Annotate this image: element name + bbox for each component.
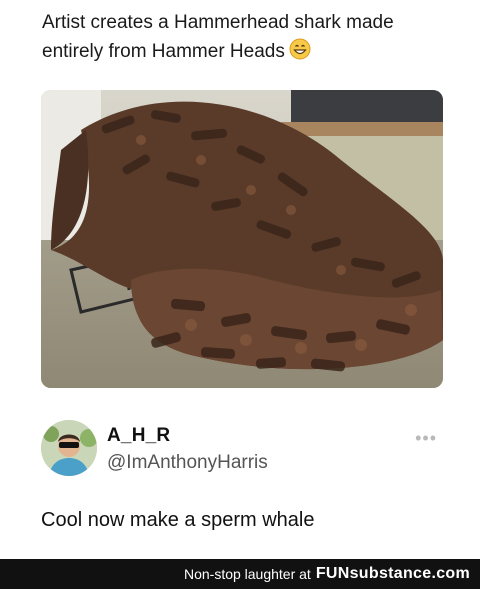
brand-logo[interactable]: FUNsubstance.com (316, 565, 470, 583)
user-info: A_H_R @ImAnthonyHarris (107, 425, 268, 474)
user-handle[interactable]: @ImAnthonyHarris (107, 452, 268, 474)
site-footer: Non-stop laughter at FUNsubstance.com (0, 559, 480, 589)
footer-prefix: Non-stop laughter at (183, 566, 311, 582)
avatar[interactable] (41, 420, 97, 476)
post-caption: Artist creates a Hammerhead shark made e… (42, 8, 442, 69)
more-options-icon[interactable]: ••• (415, 428, 437, 449)
caption-text: Artist creates a Hammerhead shark made e… (42, 12, 394, 62)
tweet-text: Cool now make a sperm whale (41, 509, 315, 531)
grinning-face-icon (289, 38, 311, 69)
display-name[interactable]: A_H_R (107, 425, 268, 447)
tweet-header: A_H_R @ImAnthonyHarris ••• (41, 420, 443, 476)
hammer-shark-photo (41, 90, 443, 388)
